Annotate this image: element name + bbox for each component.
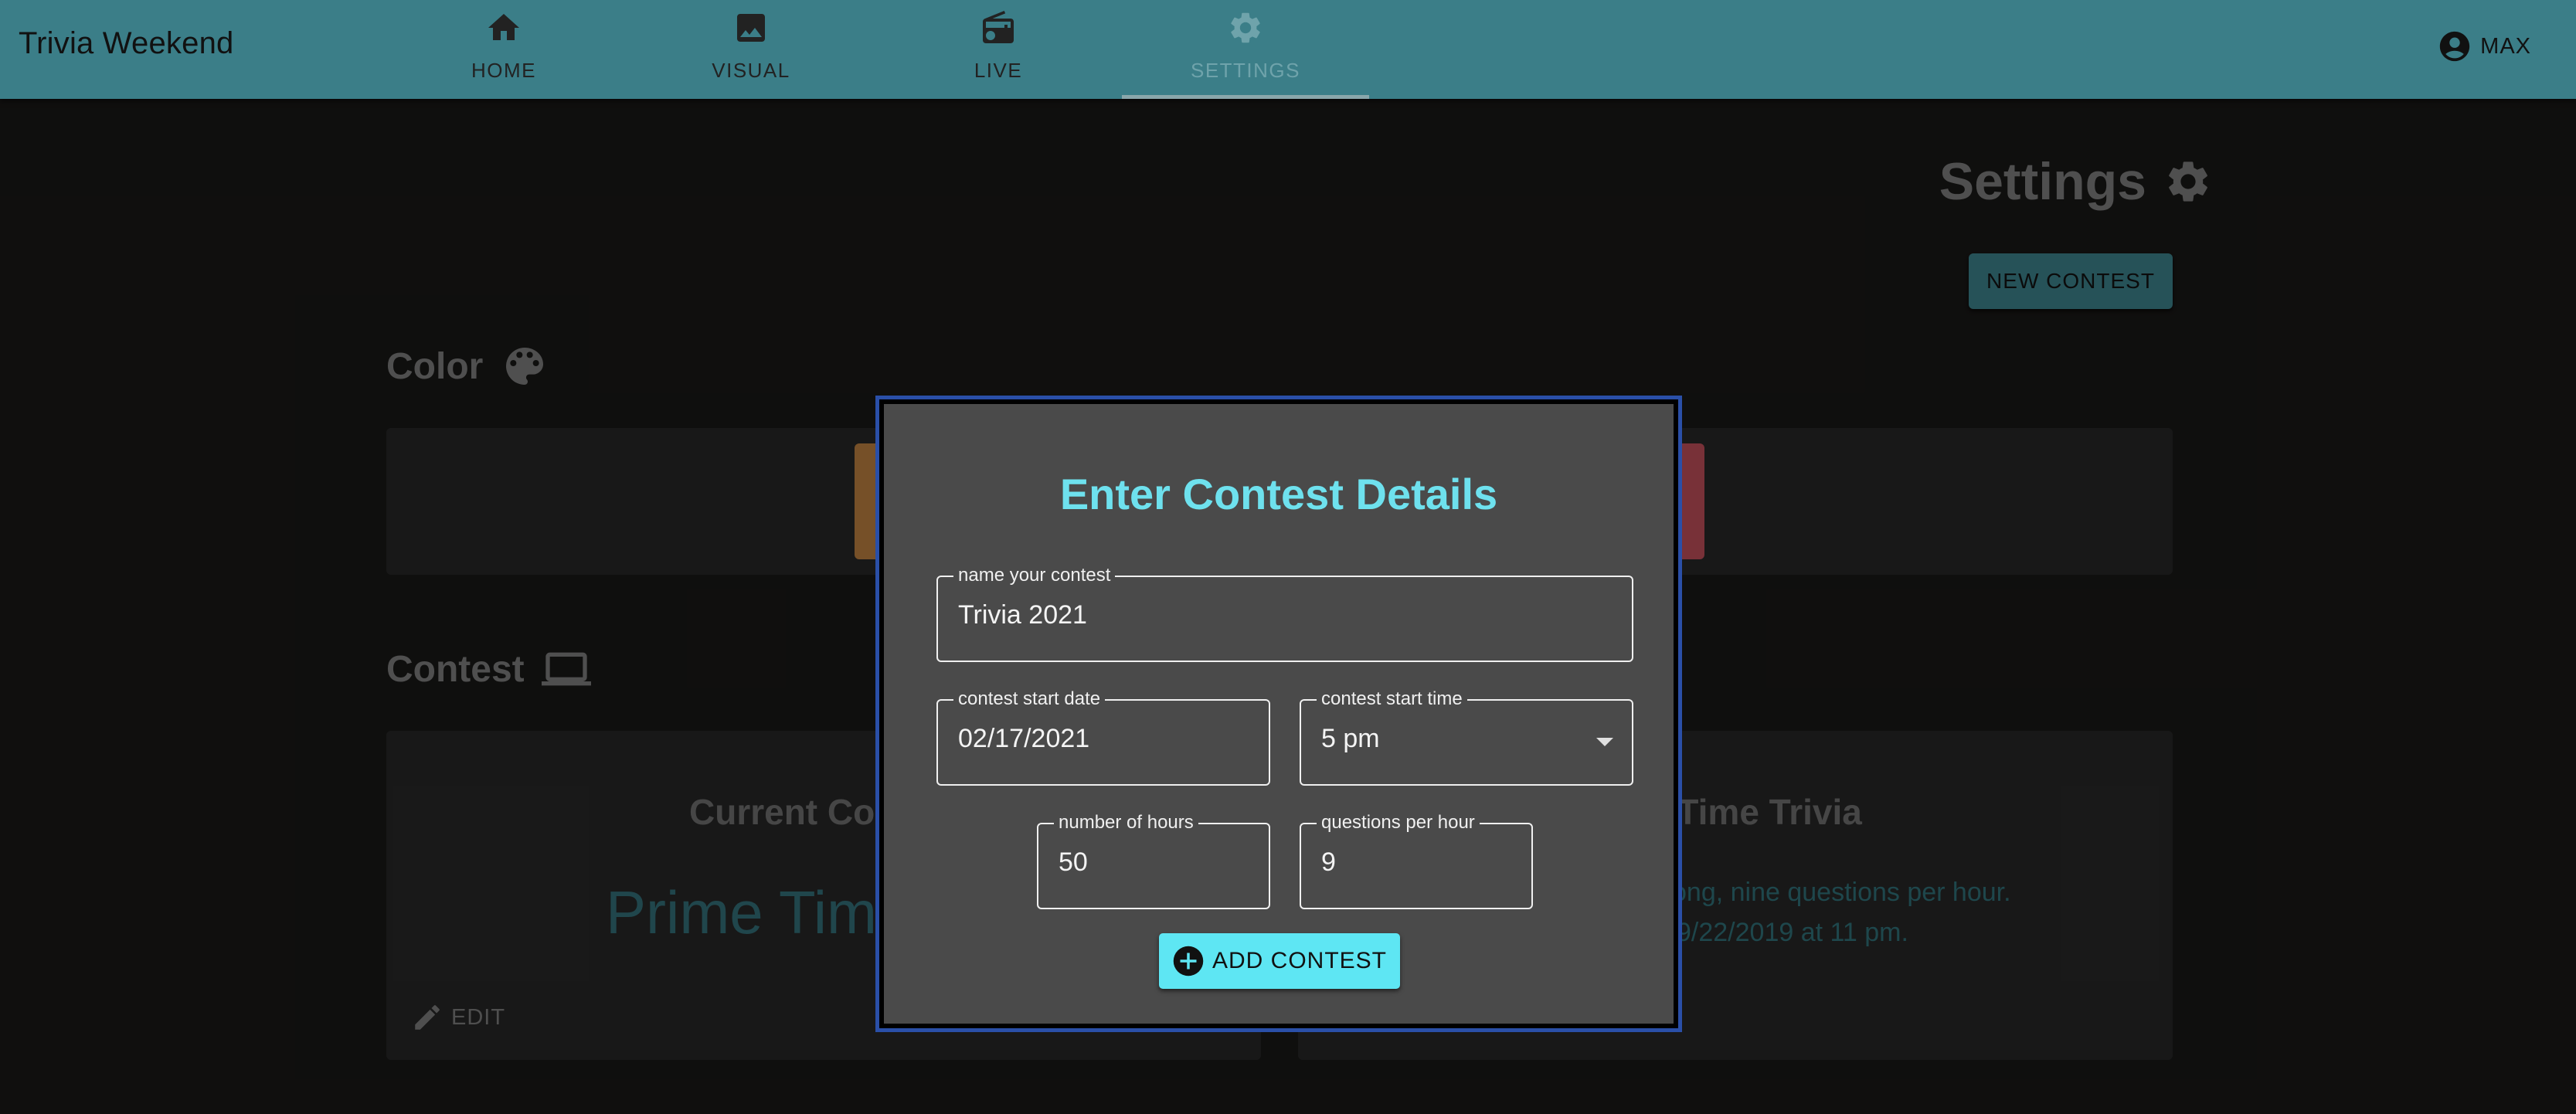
image-icon	[737, 14, 765, 42]
hours-field[interactable]: number of hours	[1037, 811, 1270, 909]
user-menu[interactable]: MAX	[2437, 28, 2531, 65]
add-contest-button[interactable]: ADD CONTEST	[1159, 933, 1400, 989]
gear-icon	[1231, 12, 1260, 43]
hours-label: number of hours	[1054, 811, 1198, 834]
tab-settings-label: SETTINGS	[1190, 59, 1300, 82]
tab-visual-label: VISUAL	[712, 59, 790, 82]
tab-visual[interactable]: VISUAL	[627, 0, 875, 99]
start-date-input[interactable]	[958, 724, 1223, 754]
tab-home[interactable]: HOME	[380, 0, 627, 99]
contest-name-field[interactable]: name your contest	[936, 564, 1633, 662]
hours-input[interactable]	[1059, 847, 1243, 878]
app-title[interactable]: Trivia Weekend	[19, 26, 233, 61]
tab-live[interactable]: LIVE	[875, 0, 1122, 99]
start-time-select[interactable]: contest start time	[1300, 688, 1633, 786]
dropdown-arrow-icon[interactable]	[1596, 738, 1613, 746]
start-time-value[interactable]	[1321, 724, 1586, 754]
dialog-title: Enter Contest Details	[1059, 470, 1498, 518]
user-name: MAX	[2480, 33, 2531, 59]
contest-name-label: name your contest	[953, 564, 1116, 587]
questions-per-hour-label: questions per hour	[1317, 811, 1480, 834]
questions-per-hour-field[interactable]: questions per hour	[1300, 811, 1533, 909]
tab-live-label: LIVE	[974, 59, 1023, 82]
start-date-field[interactable]: contest start date	[936, 688, 1270, 786]
start-time-label: contest start time	[1317, 688, 1467, 711]
start-date-label: contest start date	[953, 688, 1106, 711]
dialog-body: Enter Contest Details name your contest …	[884, 404, 1674, 1024]
home-icon	[488, 14, 519, 40]
tab-home-label: HOME	[471, 59, 536, 82]
app-bar: Trivia Weekend HOME VISUAL LIVE SETTINGS…	[0, 0, 2576, 99]
add-contest-label: ADD CONTEST	[1212, 948, 1387, 973]
radio-icon	[983, 11, 1014, 43]
contest-name-input[interactable]	[958, 600, 1514, 630]
tab-settings[interactable]: SETTINGS	[1122, 0, 1369, 99]
account-circle-icon	[2439, 31, 2470, 62]
questions-per-hour-input[interactable]	[1321, 847, 1506, 878]
add-circle-icon	[1173, 946, 1204, 976]
